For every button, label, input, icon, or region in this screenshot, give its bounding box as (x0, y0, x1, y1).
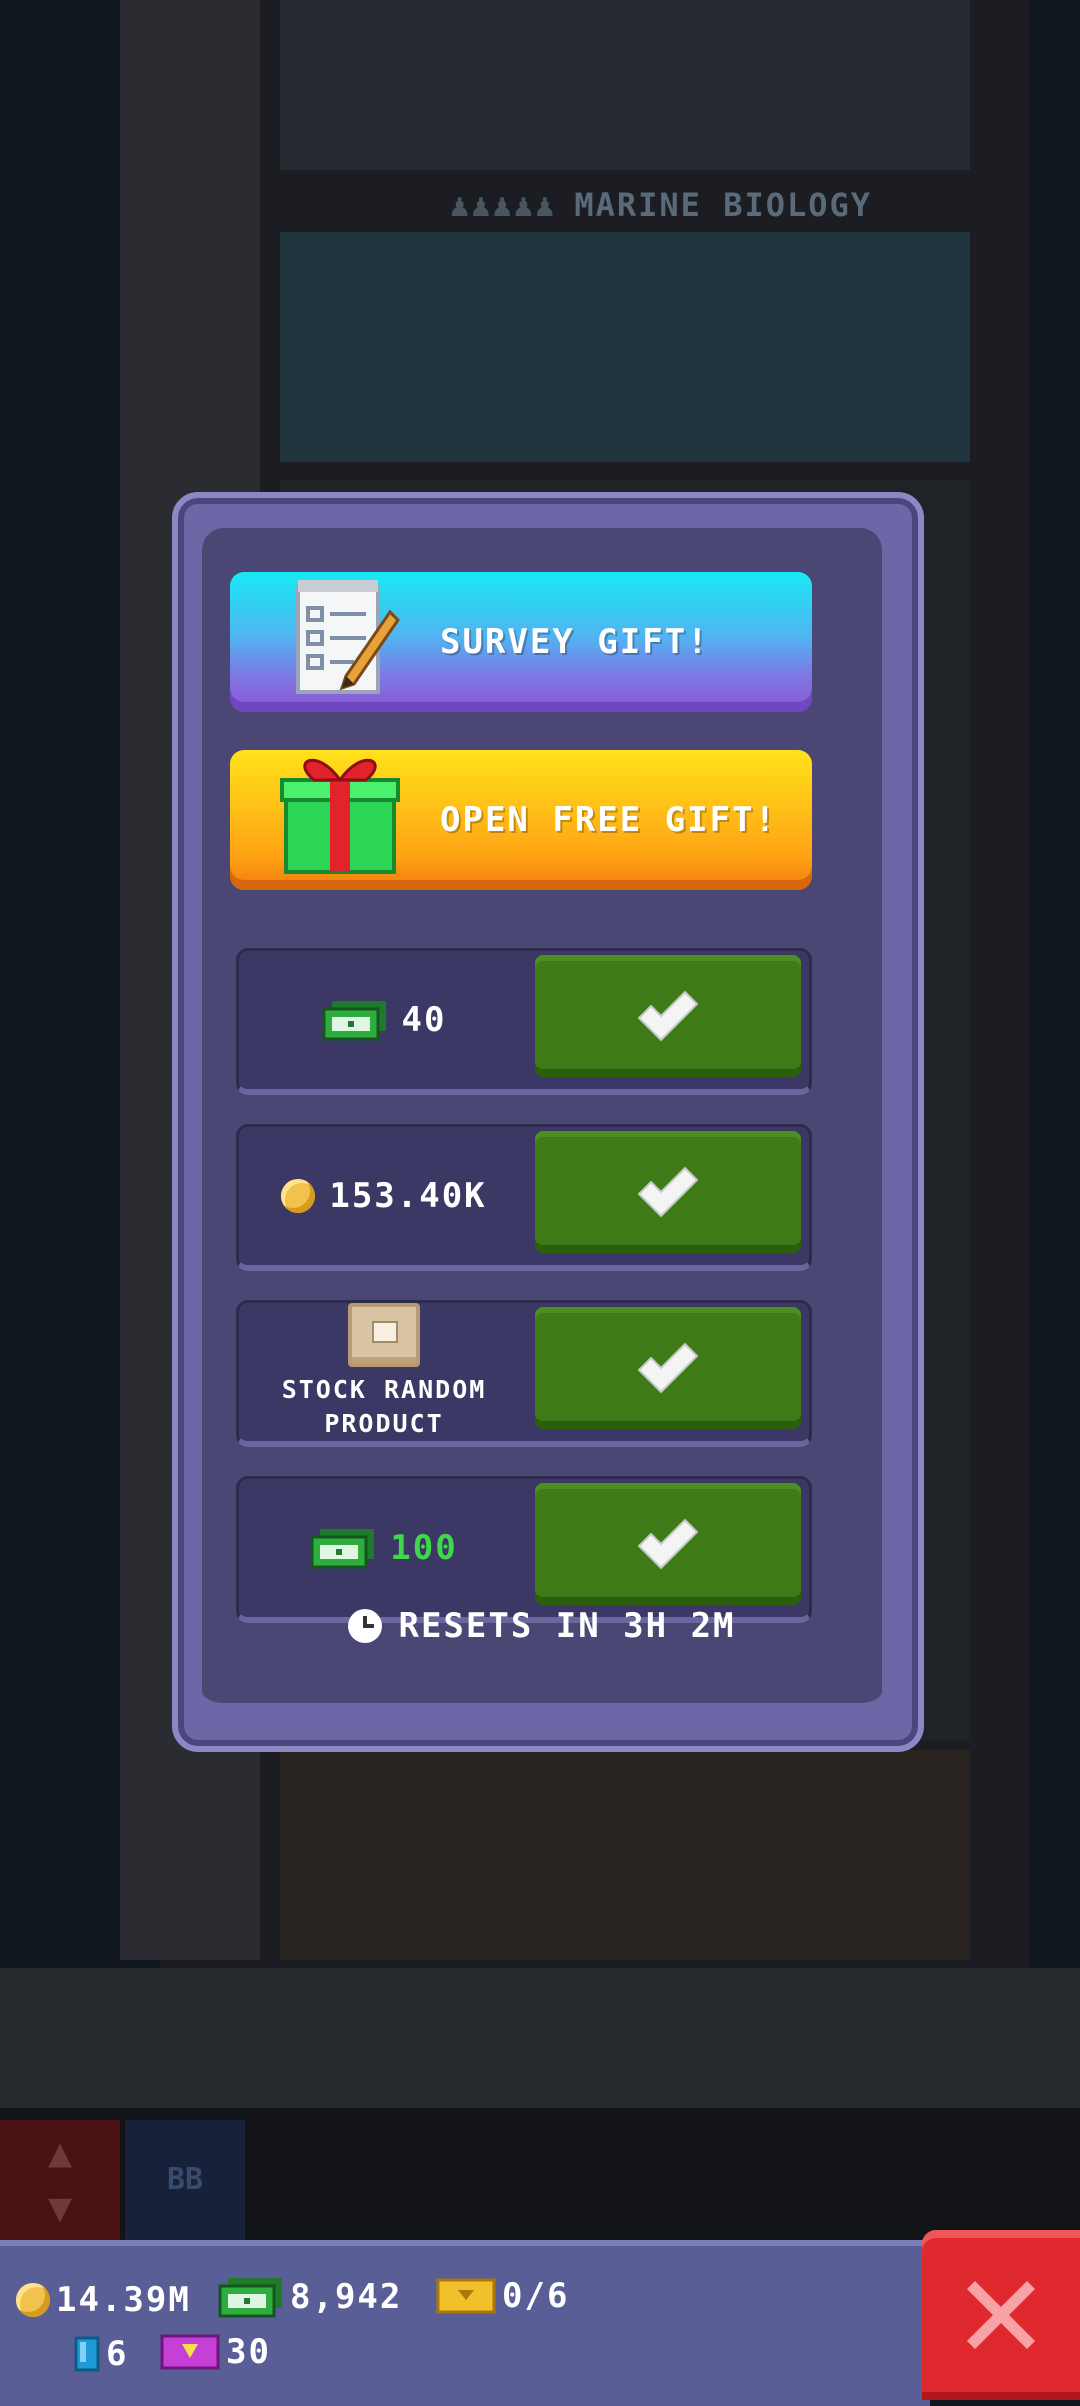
claimed-check-button[interactable] (535, 1307, 801, 1429)
reward-row-stock-product: STOCK RANDOM PRODUCT (236, 1300, 812, 1447)
currency-status-bar[interactable]: 14.39M 8,942 0/6 6 30 (0, 2240, 930, 2406)
close-icon (967, 2281, 1035, 2349)
gems-stat: 6 (74, 2334, 128, 2374)
coin-icon (281, 1179, 316, 1213)
reset-timer-text: RESETS IN 3H 2M (398, 1606, 736, 1646)
reward-info: STOCK RANDOM PRODUCT (239, 1303, 529, 1441)
reward-value: 153.40K (329, 1176, 487, 1216)
survey-gift-button[interactable]: SURVEY GIFT! (230, 572, 812, 712)
product-box-icon (348, 1303, 420, 1367)
checkmark-icon (637, 1342, 699, 1394)
up-down-arrows-icon: ▲ ▼ (47, 2130, 73, 2231)
golden-ticket-icon (436, 2278, 496, 2314)
gem-icon (74, 2336, 100, 2372)
daily-gift-dialog: SURVEY GIFT! OPEN FREE GIFT! 40 153.40K … (172, 492, 924, 1752)
floor-marine-biology[interactable] (280, 232, 970, 462)
close-button[interactable] (922, 2230, 1080, 2400)
bux-value: 8,942 (290, 2277, 403, 2317)
checkmark-icon (637, 1166, 699, 1218)
street (0, 1968, 1080, 2108)
notepad-pencil-icon (296, 580, 400, 694)
gems-value: 6 (106, 2334, 129, 2374)
checkmark-icon (637, 990, 699, 1042)
tickets-stat: 0/6 (436, 2276, 569, 2316)
clock-icon (348, 1609, 383, 1643)
reward-value: 100 (390, 1528, 458, 1568)
checkmark-icon (637, 1518, 699, 1570)
claimed-check-button[interactable] (535, 1483, 801, 1605)
open-free-gift-button[interactable]: OPEN FREE GIFT! (230, 750, 812, 890)
elevator-up-down-button[interactable]: ▲ ▼ (0, 2120, 120, 2240)
reward-info: 40 (239, 951, 529, 1089)
reset-timer: RESETS IN 3H 2M (202, 1606, 882, 1646)
open-free-gift-label: OPEN FREE GIFT! (440, 800, 778, 840)
reward-row-cash-40: 40 (236, 948, 812, 1095)
survey-gift-label: SURVEY GIFT! (440, 622, 710, 662)
floor-top (280, 0, 970, 170)
reward-row-coins: 153.40K (236, 1124, 812, 1271)
dialog-panel: SURVEY GIFT! OPEN FREE GIFT! 40 153.40K … (202, 528, 882, 1713)
vip-value: 30 (226, 2332, 271, 2372)
coins-stat: 14.39M (16, 2280, 191, 2320)
claimed-check-button[interactable] (535, 955, 801, 1077)
coin-icon (16, 2283, 50, 2317)
cash-icon (310, 1529, 375, 1569)
tickets-value: 0/6 (502, 2276, 570, 2316)
gift-box-icon (280, 758, 400, 874)
floor-label: ♟♟♟♟♟ MARINE BIOLOGY (450, 186, 873, 224)
elevator-bb-button[interactable]: BB (125, 2120, 245, 2240)
reward-value: STOCK RANDOM PRODUCT (281, 1375, 487, 1438)
claimed-check-button[interactable] (535, 1131, 801, 1253)
reward-info: 153.40K (239, 1127, 529, 1265)
coins-value: 14.39M (56, 2280, 191, 2320)
floor-lobby[interactable] (280, 1750, 970, 1960)
reward-info: 100 (239, 1479, 529, 1617)
cash-icon (322, 1001, 386, 1041)
cash-icon (218, 2278, 282, 2318)
vip-stat: 30 (160, 2332, 271, 2372)
bux-stat: 8,942 (218, 2276, 402, 2318)
reward-value: 40 (401, 1000, 447, 1040)
vip-ticket-icon (160, 2334, 220, 2370)
reward-row-cash-100: 100 (236, 1476, 812, 1623)
